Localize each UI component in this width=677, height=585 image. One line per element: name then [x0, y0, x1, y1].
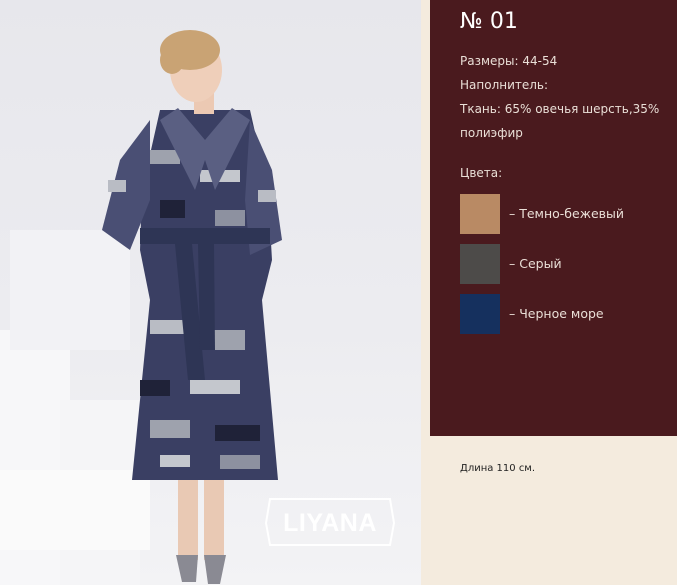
length-text: Длина 110 см.	[460, 463, 536, 474]
fabric-text-line1: Ткань: 65% овечья шерсть,35%	[460, 102, 660, 116]
sizes-text: Размеры: 44-54	[460, 54, 558, 68]
colors-heading: Цвета:	[460, 166, 503, 180]
brand-logo: LIYANA	[262, 493, 398, 551]
color-swatch-gray[interactable]	[460, 244, 500, 284]
color-swatch-black-sea[interactable]	[460, 294, 500, 334]
color-label-black-sea: – Черное море	[509, 306, 604, 321]
brand-logo-text: LIYANA	[283, 509, 377, 537]
product-info-panel: № 01 Размеры: 44-54 Наполнитель: Ткань: …	[430, 0, 677, 436]
color-label-gray: – Серый	[509, 256, 562, 271]
fabric-text-line2: полиэфир	[460, 126, 523, 140]
filler-text: Наполнитель:	[460, 78, 549, 92]
product-number: № 01	[460, 9, 518, 34]
product-photo: LIYANA	[0, 0, 421, 585]
color-swatch-dark-beige[interactable]	[460, 194, 500, 234]
color-label-dark-beige: – Темно-бежевый	[509, 206, 625, 221]
